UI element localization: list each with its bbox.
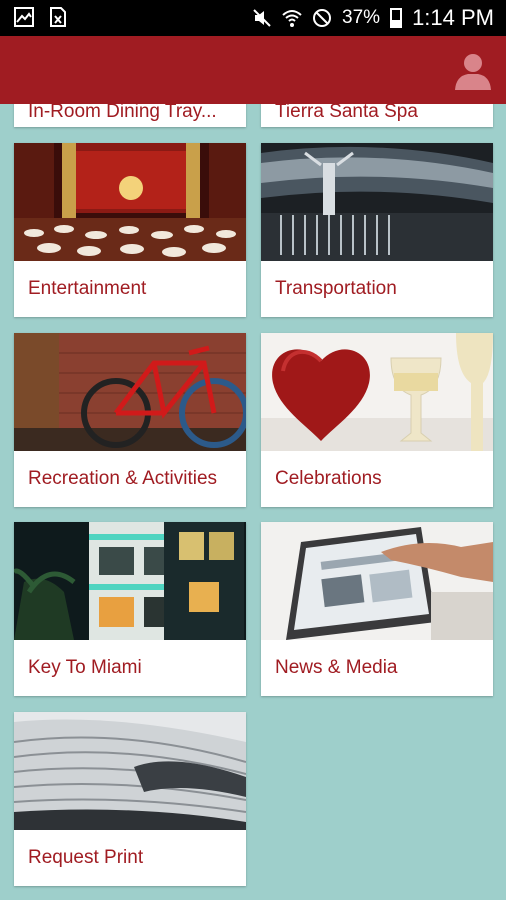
category-card-recreation-activities[interactable]: Recreation & Activities — [14, 333, 246, 507]
app-bar — [0, 36, 506, 104]
entertainment-image — [14, 143, 246, 261]
news-media-image — [261, 522, 493, 640]
category-grid: In-Room Dining Tray... Tierra Santa Spa — [0, 0, 506, 900]
transportation-image — [261, 143, 493, 261]
card-label: Recreation & Activities — [28, 468, 218, 489]
card-label: Tierra Santa Spa — [275, 101, 418, 122]
card-label: Celebrations — [275, 468, 382, 489]
request-print-image — [14, 712, 246, 830]
person-icon[interactable] — [452, 50, 494, 92]
category-card-news-media[interactable]: News & Media — [261, 522, 493, 696]
celebrations-image — [261, 333, 493, 451]
card-label: Entertainment — [28, 278, 147, 299]
card-label: Key To Miami — [28, 657, 142, 678]
category-card-entertainment[interactable]: Entertainment — [14, 143, 246, 317]
category-card-key-to-miami[interactable]: Key To Miami — [14, 522, 246, 696]
category-card-request-print[interactable]: Request Print — [14, 712, 246, 886]
category-card-celebrations[interactable]: Celebrations — [261, 333, 493, 507]
category-card-transportation[interactable]: Transportation — [261, 143, 493, 317]
card-label: News & Media — [275, 657, 398, 678]
recreation-image — [14, 333, 246, 451]
card-label: In-Room Dining Tray... — [28, 101, 217, 122]
card-label: Request Print — [28, 847, 144, 868]
card-label: Transportation — [275, 278, 397, 299]
key-to-miami-image — [14, 522, 246, 640]
